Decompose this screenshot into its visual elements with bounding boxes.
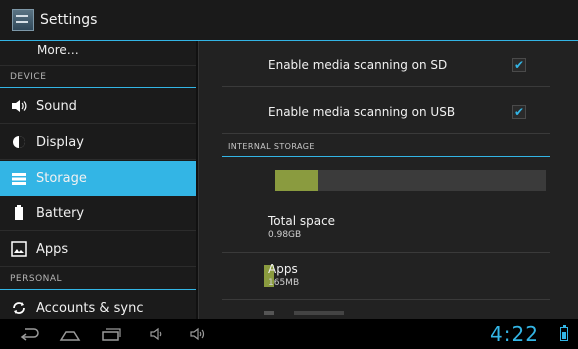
battery-status-icon [560,325,568,341]
storage-row-apps[interactable]: Apps 165MB [222,254,550,300]
home-icon[interactable] [58,325,82,343]
storage-icon [10,170,28,188]
apps-icon [10,240,28,258]
settings-sidebar: More… DEVICE Sound Display Storage Batte… [0,41,196,319]
sync-icon [10,299,28,317]
sidebar-item-more[interactable]: More… [0,41,196,66]
storage-usage-bar [275,170,546,191]
sidebar-item-label: Storage [36,171,87,186]
storage-row-value: 165MB [268,278,300,288]
storage-row-total-space[interactable]: Total space 0.98GB [222,205,550,253]
storage-row-available-partial[interactable] [222,301,550,319]
sidebar-item-display[interactable]: Display [0,125,196,160]
system-navigation-bar: 4:22 [0,319,578,349]
settings-app-icon[interactable] [12,9,34,31]
option-label: Enable media scanning on SD [268,58,448,72]
sidebar-item-apps[interactable]: Apps [0,232,196,267]
volume-up-icon[interactable] [188,325,210,343]
clipped-row-text [294,311,344,315]
option-media-scan-usb[interactable]: Enable media scanning on USB ✔ [222,88,550,134]
section-header-device: DEVICE [0,66,196,88]
sidebar-item-accounts-sync[interactable]: Accounts & sync [0,291,196,319]
page-title: Settings [40,12,98,28]
available-color-swatch [264,311,274,315]
sidebar-item-label: Battery [36,205,85,221]
action-bar: Settings [0,0,578,41]
section-header-personal: PERSONAL [0,268,196,290]
storage-detail-pane: Enable media scanning on SD ✔ Enable med… [198,41,578,319]
sidebar-item-sound[interactable]: Sound [0,89,196,124]
brightness-icon [10,133,28,151]
storage-row-title: Apps [268,262,298,276]
speaker-icon [10,97,28,115]
storage-row-title: Total space [268,214,336,228]
sidebar-item-label: More… [37,43,79,57]
sidebar-item-label: Accounts & sync [36,300,144,316]
volume-down-icon[interactable] [148,325,166,343]
status-clock: 4:22 [490,322,539,346]
sidebar-item-label: Sound [36,98,77,114]
checkbox-media-scan-usb[interactable]: ✔ [512,105,526,119]
recent-apps-icon[interactable] [100,325,122,343]
storage-usage-fill [275,170,319,191]
storage-row-value: 0.98GB [268,230,302,240]
sidebar-item-storage[interactable]: Storage [0,161,196,196]
option-label: Enable media scanning on USB [268,105,456,119]
sidebar-item-label: Apps [36,241,69,257]
battery-icon [10,204,28,222]
checkbox-media-scan-sd[interactable]: ✔ [512,58,526,72]
sidebar-item-label: Display [36,134,84,150]
option-media-scan-sd[interactable]: Enable media scanning on SD ✔ [222,41,550,87]
section-header-internal-storage: INTERNAL STORAGE [222,137,550,157]
back-icon[interactable] [18,325,40,343]
sidebar-item-battery[interactable]: Battery [0,196,196,231]
